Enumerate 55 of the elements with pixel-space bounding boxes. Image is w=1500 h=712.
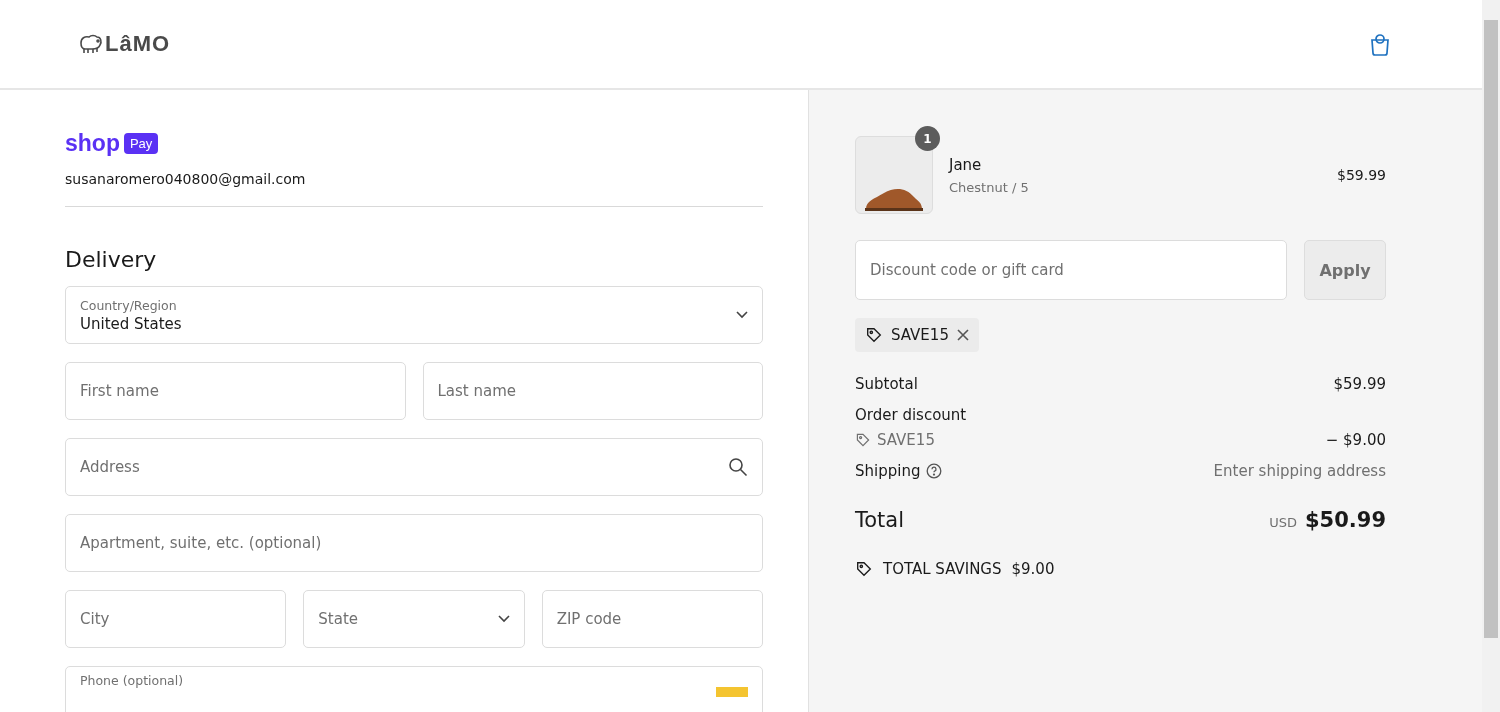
chevron-down-icon: [736, 311, 748, 319]
field-placeholder: First name: [80, 382, 159, 400]
line-label: Order discount: [855, 405, 967, 424]
scrollbar[interactable]: [1482, 0, 1500, 712]
discount-code: SAVE15: [891, 326, 949, 344]
shopping-bag-icon[interactable]: [1370, 32, 1390, 56]
country-select[interactable]: Country/Region United States: [65, 286, 763, 344]
savings-label: TOTAL SAVINGS: [883, 560, 1002, 578]
total-amount: $50.99: [1304, 508, 1386, 532]
product-price: $59.99: [1337, 167, 1386, 183]
input-field[interactable]: First name: [65, 362, 406, 420]
search-icon: [728, 457, 748, 477]
quantity-badge: 1: [915, 126, 940, 151]
field-label: Phone (optional): [80, 673, 184, 688]
tag-icon: [865, 326, 883, 344]
close-icon[interactable]: [956, 329, 969, 341]
input-field[interactable]: ZIP code: [541, 590, 763, 648]
line-label: Shipping: [855, 461, 921, 480]
field-placeholder: Last name: [437, 382, 517, 400]
pay-badge: Pay: [123, 133, 159, 154]
field-placeholder: City: [80, 610, 110, 628]
line-value: − $9.00: [1325, 430, 1386, 449]
help-icon[interactable]: [926, 462, 943, 479]
shop-pay-logo: shop: [65, 130, 120, 157]
state-select[interactable]: State: [303, 590, 525, 648]
discount-code: SAVE15: [877, 430, 935, 449]
total-label: Total: [855, 508, 905, 532]
input-field[interactable]: City: [65, 590, 287, 648]
discount-field[interactable]: Discount code or gift card: [855, 240, 1287, 300]
chevron-down-icon: [497, 615, 510, 623]
input-field[interactable]: Last name: [422, 362, 763, 420]
line-value: $59.99: [1333, 374, 1386, 393]
field-placeholder: ZIP code: [556, 610, 622, 628]
field-placeholder: Apartment, suite, etc. (optional): [80, 534, 322, 552]
field-placeholder: Address: [80, 458, 140, 476]
line-value: Enter shipping address: [1213, 461, 1386, 480]
product-variant: Chestnut / 5: [949, 179, 1030, 195]
tag-icon: [855, 431, 871, 448]
field-value: United States: [80, 314, 182, 333]
field-placeholder: Discount code or gift card: [870, 261, 1064, 279]
tags-icon: [855, 560, 873, 578]
apply-button[interactable]: Apply: [1304, 240, 1386, 300]
product-name: Jane: [949, 155, 983, 174]
sheep-icon: [77, 33, 103, 55]
field-placeholder: State: [318, 610, 359, 628]
currency: USD: [1269, 515, 1297, 530]
address-field[interactable]: Address: [65, 438, 763, 496]
field-label: Country/Region: [80, 297, 178, 313]
savings-amount: $9.00: [1011, 560, 1055, 578]
input-field[interactable]: Apartment, suite, etc. (optional): [65, 514, 763, 572]
phone-field[interactable]: Phone (optional): [65, 666, 763, 712]
section-title: Delivery: [65, 247, 158, 272]
account-email: susanaromero040800@gmail.com: [65, 171, 307, 187]
line-label: Subtotal: [855, 374, 918, 393]
logo[interactable]: LâMO: [105, 31, 171, 57]
